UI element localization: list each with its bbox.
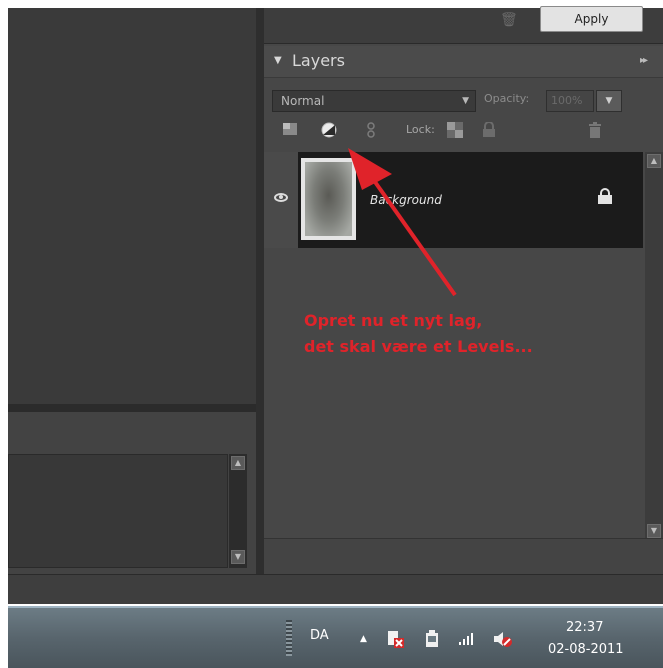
volume-muted-icon[interactable] [492,630,514,651]
windows-taskbar [8,606,663,668]
network-icon[interactable] [458,630,476,649]
clock-time[interactable]: 22:37 [566,620,603,635]
annotation-line-2: det skal være et Levels... [304,337,533,356]
taskbar-grip[interactable] [286,620,292,656]
action-center-icon[interactable] [386,630,404,651]
power-icon[interactable] [424,630,440,651]
language-indicator[interactable]: DA [310,628,329,643]
status-bar [8,574,663,604]
annotation-line-1: Opret nu et nyt lag, [304,311,483,330]
show-hidden-icons-icon[interactable]: ▲ [360,634,367,644]
screenshot-frame: ▲ ▼ 🗑 Apply ▼ Layers ▸▸ Normal ▼ Opacity… [0,0,663,668]
clock-date[interactable]: 02-08-2011 [548,642,624,657]
annotation-text: Opret nu et nyt lag, det skal være et Le… [304,308,533,360]
